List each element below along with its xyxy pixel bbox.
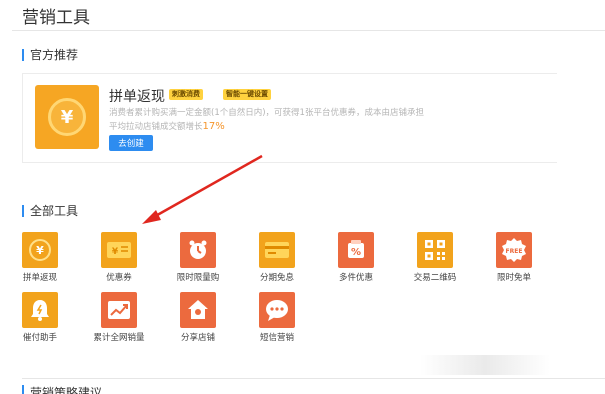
tool-trade-qrcode[interactable]: 交易二维码 <box>400 232 470 292</box>
create-button[interactable]: 去创建 <box>109 135 153 151</box>
recommended-card[interactable]: ¥ 拼单返现 刺激消费 智能一键设置 消费者累计购买满一定金额(1个自然日内)，… <box>22 73 557 163</box>
tool-sms-marketing[interactable]: 短信营销 <box>242 292 312 352</box>
tool-coin-return[interactable]: ¥ 拼单返现 <box>5 232 75 292</box>
tool-share-shop[interactable]: 分享店铺 <box>163 292 233 352</box>
tool-free-order[interactable]: FREE 限时免单 <box>479 232 549 292</box>
tool-label: 短信营销 <box>259 333 294 343</box>
svg-text:FREE: FREE <box>506 248 523 255</box>
coin-return-icon: ¥ <box>35 85 99 149</box>
bell-icon <box>22 292 58 328</box>
svg-text:%: % <box>351 247 361 258</box>
tool-label: 分期免息 <box>259 273 294 283</box>
recommended-description: 消费者累计购买满一定金额(1个自然日内)，可获得1张平台优惠券，成本由店铺承担 … <box>109 107 554 134</box>
tool-label: 拼单返现 <box>22 273 57 283</box>
tool-total-sales[interactable]: 累计全网销量 <box>84 292 154 352</box>
tool-installment[interactable]: 分期免息 <box>242 232 312 292</box>
badge-stimulate: 刺激消费 <box>169 89 203 100</box>
tool-label: 限时限量购 <box>176 273 220 283</box>
growth-percent: 17% <box>202 121 225 132</box>
top-divider <box>12 30 605 31</box>
tool-label: 累计全网销量 <box>93 333 145 343</box>
section-title-strategy: 营销策略建议 <box>22 384 102 394</box>
tool-label: 催付助手 <box>22 333 57 343</box>
free-icon: FREE <box>496 232 532 268</box>
sms-icon <box>259 292 295 328</box>
tool-coupon[interactable]: ¥ 优惠券 <box>84 232 154 292</box>
description-growth: 平均拉动店铺成交额增长17% <box>109 121 225 132</box>
svg-text:¥: ¥ <box>112 247 119 257</box>
bottom-fade-overlay <box>420 355 550 375</box>
badge-smart-setup: 智能一键设置 <box>223 89 271 100</box>
tool-payment-reminder[interactable]: 催付助手 <box>5 292 75 352</box>
card-icon <box>259 232 295 268</box>
tool-label: 限时免单 <box>496 273 531 283</box>
svg-text:¥: ¥ <box>36 244 44 257</box>
trend-icon <box>101 292 137 328</box>
tool-multi-discount[interactable]: % 多件优惠 <box>321 232 391 292</box>
share-shop-icon <box>180 292 216 328</box>
section-title-all-tools: 全部工具 <box>22 204 78 218</box>
tool-label: 交易二维码 <box>413 273 457 283</box>
qrcode-icon <box>417 232 453 268</box>
coin-return-icon: ¥ <box>22 232 58 268</box>
description-main: 消费者累计购买满一定金额(1个自然日内)，可获得1张平台优惠券，成本由店铺承担 <box>109 108 424 118</box>
page-title: 营销工具 <box>22 8 90 28</box>
coin-symbol: ¥ <box>48 98 86 136</box>
recommended-name: 拼单返现 <box>109 89 165 105</box>
tool-label: 多件优惠 <box>338 273 373 283</box>
tool-label: 分享店铺 <box>180 333 215 343</box>
tool-label: 优惠券 <box>106 273 132 283</box>
discount-icon: % <box>338 232 374 268</box>
section-title-official: 官方推荐 <box>22 48 78 62</box>
bottom-divider <box>22 378 605 379</box>
clock-icon <box>180 232 216 268</box>
tool-flash-sale[interactable]: 限时限量购 <box>163 232 233 292</box>
coupon-icon: ¥ <box>101 232 137 268</box>
